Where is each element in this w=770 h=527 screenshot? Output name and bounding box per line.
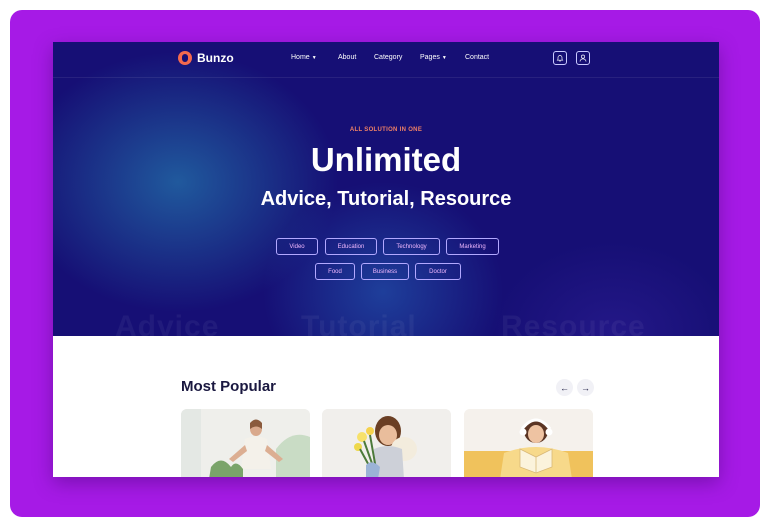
watermark-advice: Advice xyxy=(115,310,220,336)
tag-video[interactable]: Video xyxy=(276,238,318,255)
watermark-tutorial: Tutorial xyxy=(301,310,417,336)
brand-name: Bunzo xyxy=(197,51,234,65)
popular-card-1[interactable] xyxy=(181,409,310,477)
card-image-child-flowers xyxy=(322,409,451,477)
website-preview: Bunzo Home ▼ About Category Pages ▼ Cont… xyxy=(53,42,719,477)
tag-education[interactable]: Education xyxy=(325,238,377,255)
top-navbar: Bunzo Home ▼ About Category Pages ▼ Cont… xyxy=(53,42,719,78)
nav-label-contact: Contact xyxy=(465,54,490,61)
tag-doctor[interactable]: Doctor xyxy=(415,263,461,280)
carousel-next-button[interactable]: → xyxy=(577,379,594,396)
hero-title: Unlimited xyxy=(310,141,462,178)
hero-subtitle: Advice, Tutorial, Resource xyxy=(260,188,512,210)
logo-mark-icon xyxy=(178,51,192,65)
nav-label-home: Home xyxy=(291,54,310,61)
carousel-prev-button[interactable]: ← xyxy=(556,379,573,396)
nav-item-home[interactable]: Home ▼ xyxy=(291,54,317,61)
nav-item-pages[interactable]: Pages ▼ xyxy=(420,54,447,61)
hero-eyebrow: ALL SOLUTION IN ONE xyxy=(349,127,423,133)
nav-item-about[interactable]: About xyxy=(338,54,356,61)
arrow-right-icon: → xyxy=(581,382,590,393)
card-image-meditation xyxy=(181,409,310,477)
nav-label-category: Category xyxy=(374,54,403,61)
notification-button[interactable] xyxy=(553,51,567,65)
tag-business[interactable]: Business xyxy=(361,263,409,280)
chevron-down-icon: ▼ xyxy=(311,54,317,61)
bell-icon xyxy=(556,55,564,62)
tag-marketing[interactable]: Marketing xyxy=(446,238,499,255)
tag-food[interactable]: Food xyxy=(315,263,355,280)
most-popular-heading: Most Popular xyxy=(181,378,277,395)
nav-label-pages: Pages xyxy=(420,54,440,61)
popular-card-3[interactable] xyxy=(464,409,593,477)
chevron-down-icon: ▼ xyxy=(441,54,447,61)
popular-card-2[interactable] xyxy=(322,409,451,477)
nav-item-contact[interactable]: Contact xyxy=(465,54,489,61)
hero-section: Bunzo Home ▼ About Category Pages ▼ Cont… xyxy=(53,42,719,336)
watermark-resource: Resource xyxy=(501,310,646,336)
tag-technology[interactable]: Technology xyxy=(383,238,440,255)
account-button[interactable] xyxy=(576,51,590,65)
nav-item-category[interactable]: Category xyxy=(374,54,402,61)
arrow-left-icon: ← xyxy=(560,382,569,393)
brand-logo[interactable]: Bunzo xyxy=(178,51,234,65)
card-image-girl-reading xyxy=(464,409,593,477)
nav-label-about: About xyxy=(338,54,357,61)
user-icon xyxy=(579,54,587,62)
